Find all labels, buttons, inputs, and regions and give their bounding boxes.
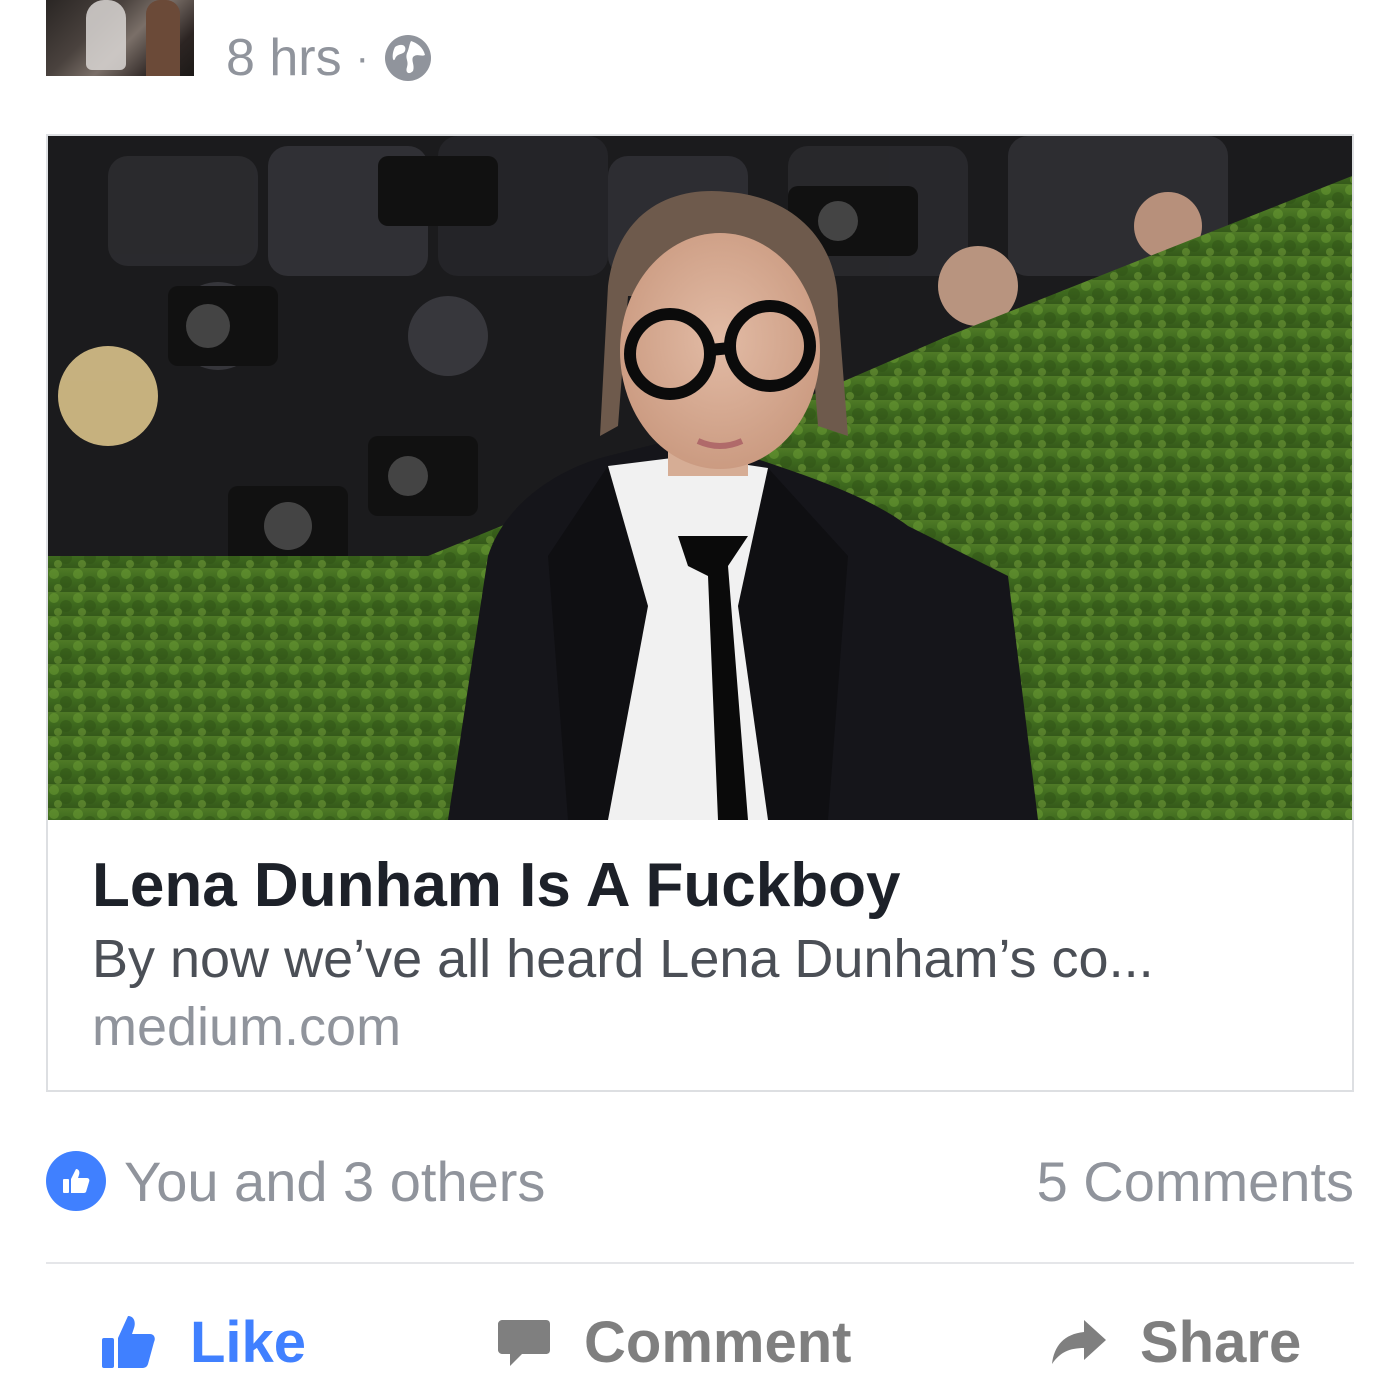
link-preview-card[interactable]: Lena Dunham Is A Fuckboy By now we’ve al… bbox=[46, 134, 1354, 1092]
share-label: Share bbox=[1140, 1309, 1302, 1375]
comment-label: Comment bbox=[584, 1309, 852, 1375]
like-button[interactable]: Like bbox=[98, 1300, 306, 1384]
post-stats: You and 3 others 5 Comments bbox=[46, 1148, 1354, 1214]
comment-icon bbox=[498, 1320, 550, 1366]
article-photo[interactable] bbox=[48, 136, 1352, 820]
like-label: Like bbox=[190, 1309, 307, 1375]
link-domain: medium.com bbox=[92, 997, 402, 1057]
divider bbox=[46, 1262, 1354, 1264]
like-icon bbox=[102, 1316, 155, 1368]
avatar[interactable] bbox=[46, 0, 194, 76]
link-title[interactable]: Lena Dunham Is A Fuckboy bbox=[92, 848, 1312, 924]
share-icon bbox=[1052, 1320, 1106, 1364]
link-description: By now we’ve all heard Lena Dunham’s co.… bbox=[92, 929, 1154, 989]
meta-separator: · bbox=[355, 35, 369, 80]
reactions-summary[interactable]: You and 3 others bbox=[46, 1149, 545, 1214]
comment-button[interactable]: Comment bbox=[496, 1300, 851, 1384]
share-button[interactable]: Share bbox=[1048, 1300, 1301, 1384]
post-timestamp[interactable]: 8 hrs bbox=[226, 28, 342, 88]
reactions-text: You and 3 others bbox=[124, 1149, 546, 1213]
post-actions: Like Comment Share bbox=[46, 1300, 1354, 1384]
thumbs-up-icon bbox=[46, 1151, 106, 1211]
globe-icon bbox=[383, 33, 433, 83]
link-text: Lena Dunham Is A Fuckboy By now we’ve al… bbox=[92, 848, 1312, 1060]
post-meta: 8 hrs · bbox=[226, 28, 433, 88]
comments-count[interactable]: 5 Comments bbox=[1037, 1149, 1354, 1214]
